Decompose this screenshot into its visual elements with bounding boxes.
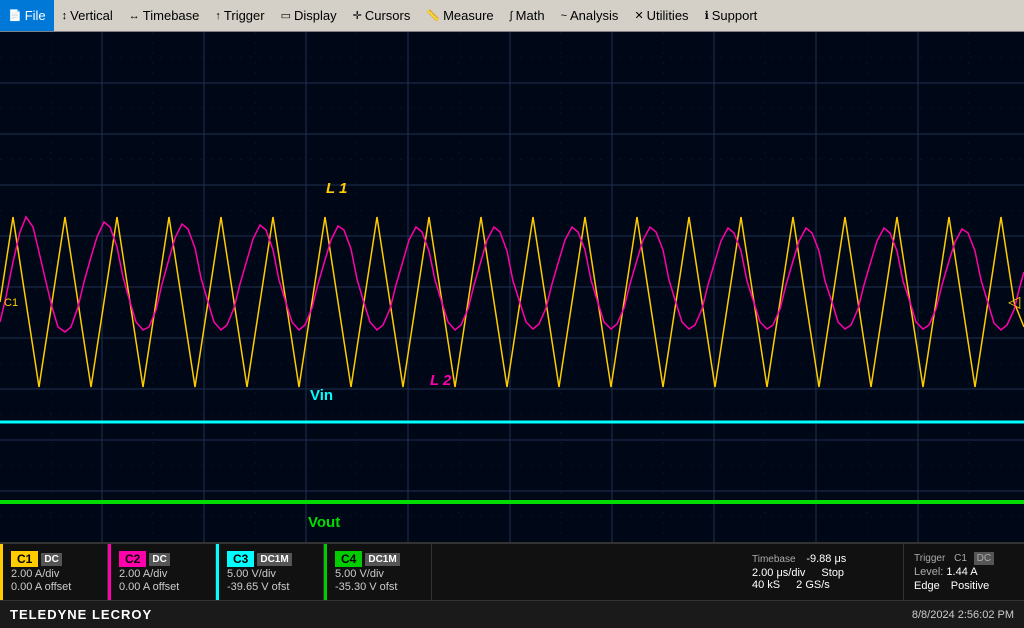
menu-utilities[interactable]: ✕ Utilities <box>626 0 696 31</box>
scope-display: C1 ◁ L 1 L 2 Vin Vout <box>0 32 1024 542</box>
c4-offset: -35.30 V ofst <box>335 581 423 593</box>
c3-status: C3 DC1M 5.00 V/div -39.65 V ofst <box>216 544 324 600</box>
utilities-icon: ✕ <box>634 9 643 22</box>
menu-support[interactable]: ℹ Support <box>697 0 766 31</box>
timestamp: 8/8/2024 2:56:02 PM <box>912 609 1014 621</box>
menu-display[interactable]: ▭ Display <box>273 0 345 31</box>
measure-icon: 📏 <box>426 9 440 22</box>
vin-label: Vin <box>310 387 333 404</box>
menu-file[interactable]: 📄 File <box>0 0 54 31</box>
c1-status: C1 DC 2.00 A/div 0.00 A offset <box>0 544 108 600</box>
trigger-block: Trigger C1 DC Level: 1.44 A Edge Positiv… <box>904 544 1024 600</box>
c2-label: C2 <box>119 551 146 567</box>
menu-math[interactable]: ∫ Math <box>502 0 553 31</box>
trigger-level-label: Level: <box>914 566 946 578</box>
c4-label: C4 <box>335 551 362 567</box>
support-icon: ℹ <box>705 9 709 22</box>
trigger-slope: Positive <box>951 580 990 592</box>
timebase-icon: ↔ <box>129 10 140 22</box>
trigger-arrow: ◁ <box>1008 294 1021 311</box>
c1-offset: 0.00 A offset <box>11 581 99 593</box>
menu-measure[interactable]: 📏 Measure <box>418 0 501 31</box>
menu-bar: 📄 File ↕ Vertical ↔ Timebase ↑ Trigger ▭… <box>0 0 1024 32</box>
c3-label: C3 <box>227 551 254 567</box>
c1-label: C1 <box>11 551 38 567</box>
c2-status: C2 DC 2.00 A/div 0.00 A offset <box>108 544 216 600</box>
spacer <box>432 544 744 600</box>
c1-coupling: DC <box>41 553 61 566</box>
c2-offset: 0.00 A offset <box>119 581 207 593</box>
menu-timebase[interactable]: ↔ Timebase <box>121 0 208 31</box>
c1-indicator: C1 <box>4 297 18 309</box>
c4-scale: 5.00 V/div <box>335 568 423 580</box>
status-bar: C1 DC 2.00 A/div 0.00 A offset C2 DC 2.0… <box>0 542 1024 600</box>
c4-coupling: DC1M <box>365 553 399 566</box>
menu-vertical[interactable]: ↕ Vertical <box>54 0 121 31</box>
menu-trigger[interactable]: ↑ Trigger <box>207 0 272 31</box>
c2-scale: 2.00 A/div <box>119 568 207 580</box>
file-icon: 📄 <box>8 9 22 22</box>
waveform-canvas: C1 ◁ <box>0 32 1024 542</box>
brand-name: TELEDYNE LECROY <box>10 607 152 622</box>
trigger-type: Edge <box>914 580 940 592</box>
l1-label: L 1 <box>326 180 347 197</box>
timebase-block: Timebase -9.88 μs 2.00 μs/div Stop 40 kS… <box>744 544 904 600</box>
l2-label: L 2 <box>430 372 451 389</box>
c1-scale: 2.00 A/div <box>11 568 99 580</box>
vertical-icon: ↕ <box>62 10 68 22</box>
trigger-icon: ↑ <box>215 10 221 22</box>
brand-footer: TELEDYNE LECROY 8/8/2024 2:56:02 PM <box>0 600 1024 628</box>
cursors-icon: ✛ <box>353 9 362 22</box>
samples: 40 kS <box>752 579 780 591</box>
sample-rate: 2 GS/s <box>796 579 830 591</box>
c3-offset: -39.65 V ofst <box>227 581 315 593</box>
trigger-level: 1.44 A <box>946 566 977 578</box>
per-div: 2.00 μs/div <box>752 567 805 579</box>
math-icon: ∫ <box>510 10 513 22</box>
display-icon: ▭ <box>281 9 291 22</box>
c3-coupling: DC1M <box>257 553 291 566</box>
menu-cursors[interactable]: ✛ Cursors <box>345 0 419 31</box>
vout-label: Vout <box>308 514 340 531</box>
c2-coupling: DC <box>149 553 169 566</box>
c3-scale: 5.00 V/div <box>227 568 315 580</box>
trigger-coupling: DC <box>974 552 994 565</box>
menu-analysis[interactable]: ~ Analysis <box>553 0 627 31</box>
c4-status: C4 DC1M 5.00 V/div -35.30 V ofst <box>324 544 432 600</box>
mode: Stop <box>821 567 844 579</box>
analysis-icon: ~ <box>561 10 567 22</box>
